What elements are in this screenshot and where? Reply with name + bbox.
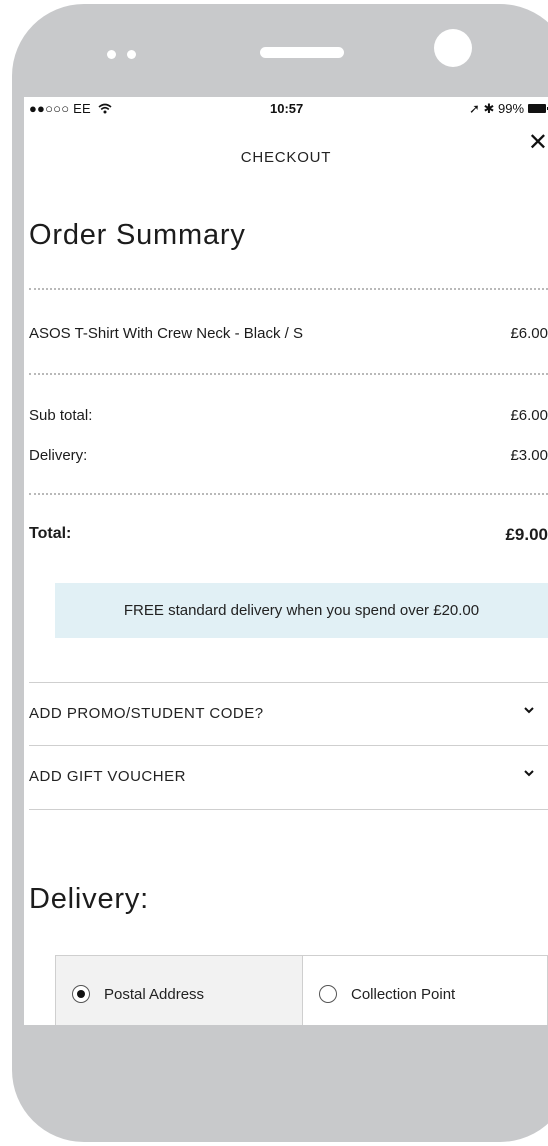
item-name: ASOS T-Shirt With Crew Neck - Black / S: [29, 325, 303, 342]
delivery-row: Delivery: £3.00: [29, 447, 548, 464]
battery-icon: [528, 104, 548, 113]
camera-lens: [434, 29, 472, 67]
divider: [29, 809, 548, 810]
status-time: 10:57: [270, 101, 304, 116]
postal-address-option[interactable]: Postal Address: [56, 956, 303, 1025]
total-label: Total:: [29, 525, 72, 542]
order-summary-heading: Order Summary: [29, 219, 246, 251]
free-delivery-banner: FREE standard delivery when you spend ov…: [55, 583, 548, 638]
wifi-icon: [98, 103, 112, 114]
status-indicators: ➚ ✱ 99%: [468, 101, 524, 116]
subtotal-label: Sub total:: [29, 407, 93, 424]
line-item: ASOS T-Shirt With Crew Neck - Black / S …: [29, 325, 548, 342]
delivery-label: Delivery:: [29, 447, 88, 464]
delivery-value: £3.00: [510, 447, 548, 464]
collection-point-option[interactable]: Collection Point: [303, 956, 548, 1025]
delivery-heading: Delivery:: [29, 883, 149, 915]
divider: [29, 288, 548, 290]
close-icon[interactable]: ✕: [528, 128, 548, 157]
promo-code-accordion[interactable]: ADD PROMO/STUDENT CODE?: [29, 683, 548, 745]
gift-voucher-accordion[interactable]: ADD GIFT VOUCHER: [29, 746, 548, 808]
delivery-method-selector: Postal Address Collection Point: [55, 955, 548, 1025]
speaker-slot: [260, 47, 344, 58]
divider: [29, 373, 548, 375]
promo-code-label: ADD PROMO/STUDENT CODE?: [29, 705, 264, 722]
gift-voucher-label: ADD GIFT VOUCHER: [29, 768, 186, 785]
app-screen: ●●○○○ EE 10:57 ➚ ✱ 99% CHECKOUT ✕ Order …: [24, 97, 548, 1025]
collection-point-label: Collection Point: [351, 986, 456, 1003]
sensor-dots: [107, 50, 143, 62]
total-value: £9.00: [505, 525, 548, 544]
chevron-down-icon: [524, 770, 534, 777]
radio-unselected-icon: [319, 985, 337, 1003]
carrier-label: ●●○○○ EE: [29, 101, 112, 116]
page-title: CHECKOUT: [240, 149, 332, 166]
chevron-down-icon: [524, 707, 534, 714]
total-row: Total: £9.00: [29, 525, 548, 544]
postal-address-label: Postal Address: [104, 986, 205, 1003]
item-price: £6.00: [510, 325, 548, 342]
subtotal-row: Sub total: £6.00: [29, 407, 548, 424]
subtotal-value: £6.00: [510, 407, 548, 424]
divider: [29, 493, 548, 495]
status-bar: ●●○○○ EE 10:57 ➚ ✱ 99%: [24, 97, 548, 119]
radio-selected-icon: [72, 985, 90, 1003]
